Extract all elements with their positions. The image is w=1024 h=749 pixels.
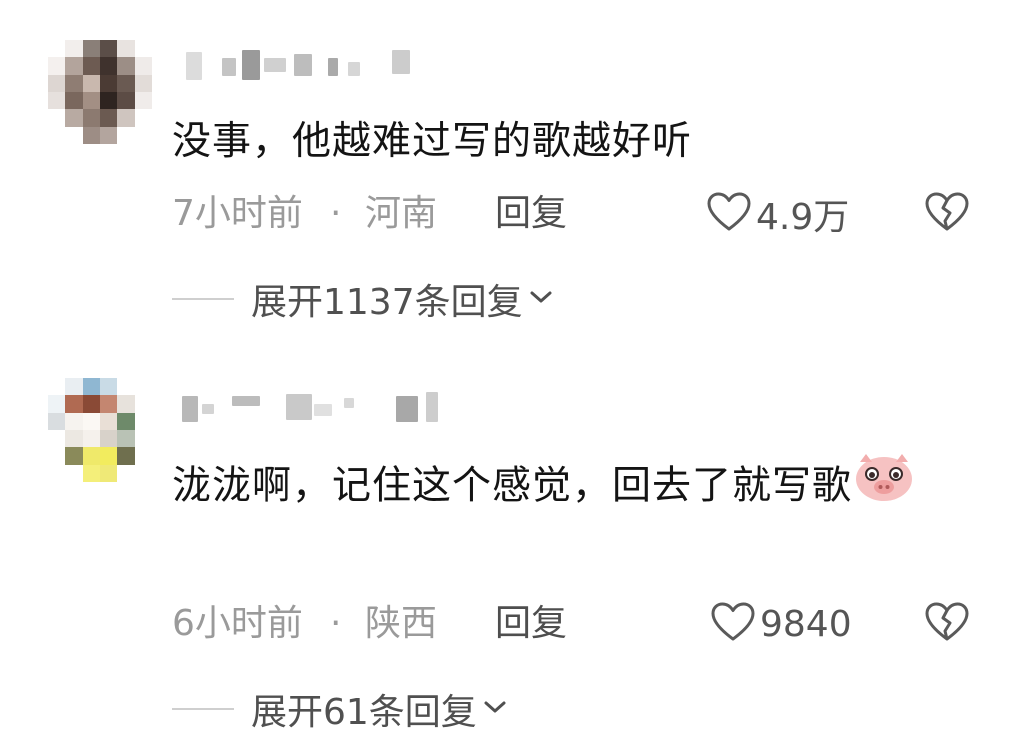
meta-separator: · <box>330 603 342 644</box>
dislike-button[interactable] <box>922 599 972 649</box>
like-count: 9840 <box>760 603 852 645</box>
comment-time: 6小时前 <box>172 603 303 644</box>
comment-text: 泷泷啊，记住这个感觉，回去了就写歌 <box>172 454 972 520</box>
broken-heart-icon <box>924 601 970 647</box>
comment-text-content: 泷泷啊，记住这个感觉，回去了就写歌 <box>172 463 853 509</box>
expand-replies-label: 展开61条回复 <box>251 692 477 733</box>
chevron-down-icon <box>483 699 507 719</box>
avatar[interactable] <box>48 378 152 482</box>
comment-location: 陕西 <box>365 603 438 644</box>
pig-face-emoji-icon <box>854 452 914 516</box>
heart-outline-icon <box>710 601 756 647</box>
username-blurred[interactable] <box>182 390 442 424</box>
reply-button[interactable]: 回复 <box>495 599 567 649</box>
comment-item: 泷泷啊，记住这个感觉，回去了就写歌 6小时前 · 陕西 回复 9840 展开61… <box>0 0 1024 749</box>
like-button[interactable]: 9840 <box>710 599 852 649</box>
divider-line <box>172 708 234 710</box>
expand-replies[interactable]: 展开61条回复 <box>172 684 507 734</box>
